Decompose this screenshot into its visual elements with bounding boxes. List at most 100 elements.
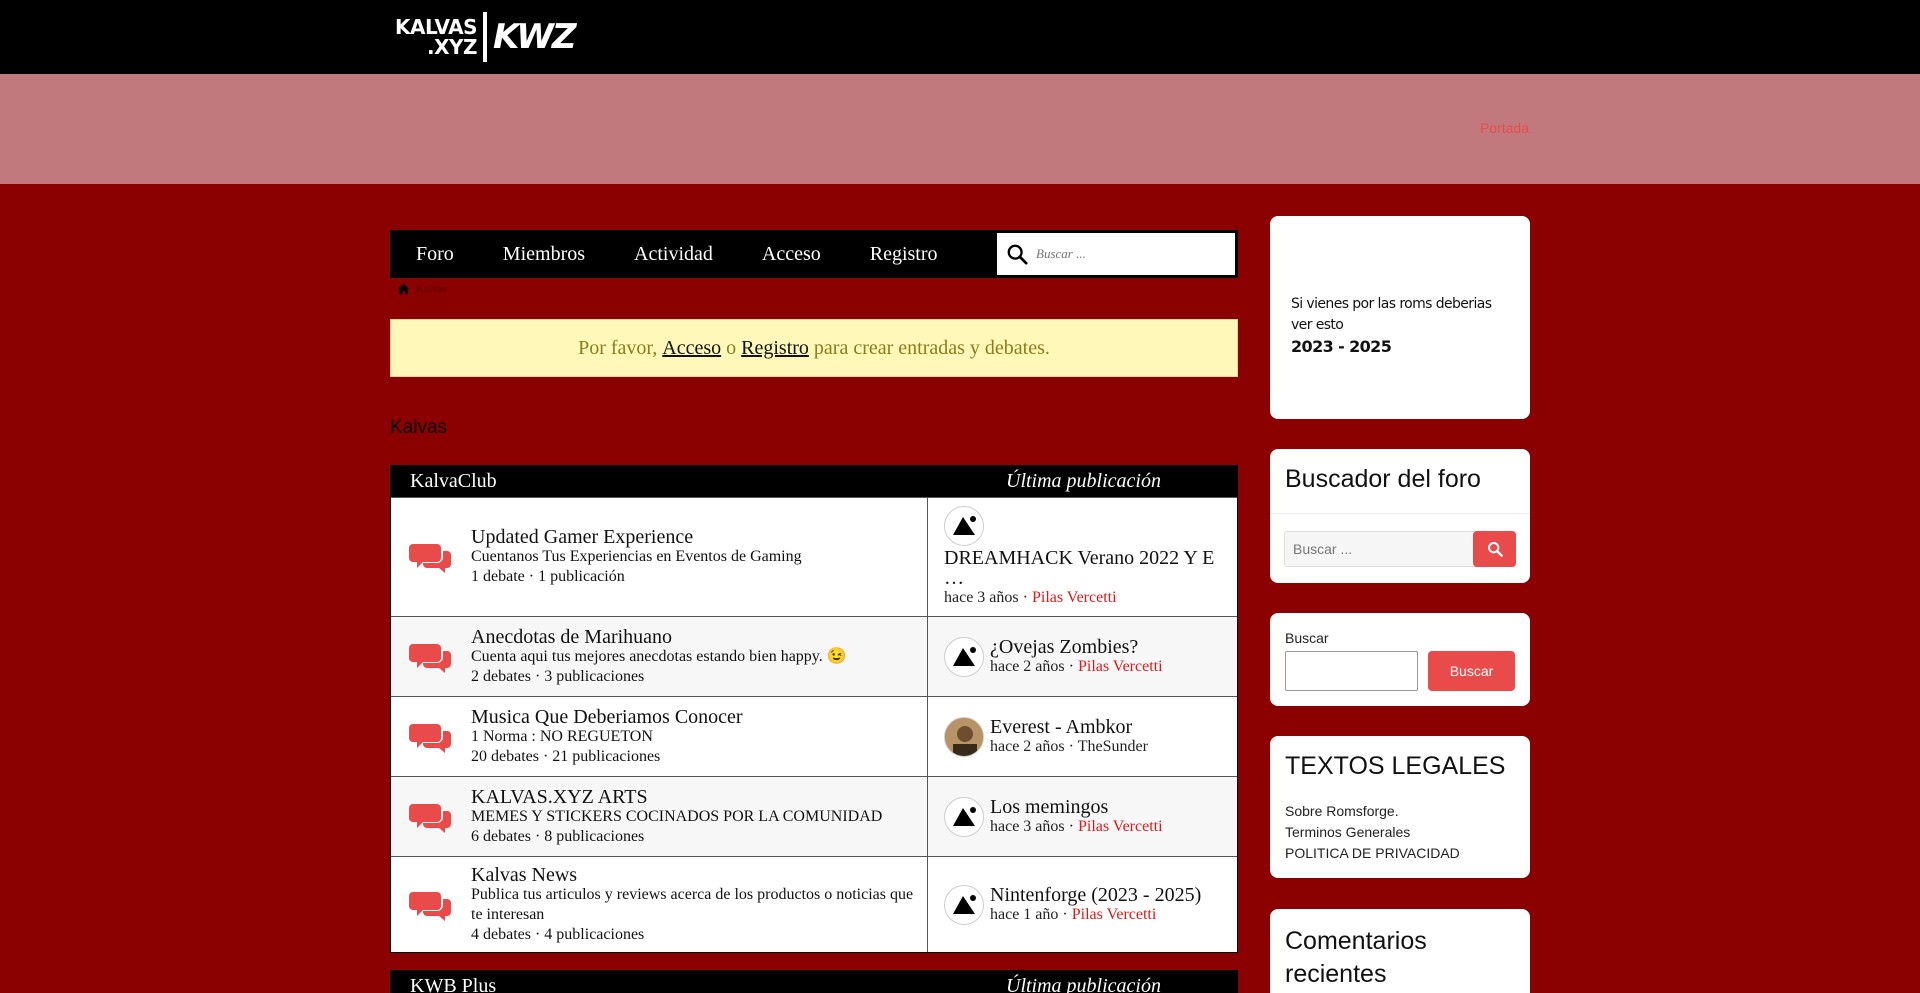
site-search-button[interactable]: Buscar	[1428, 651, 1515, 691]
recent-comments-title: Comentarios recientes	[1285, 927, 1427, 988]
last-post-title[interactable]: Nintenforge (2023 - 2025)	[990, 885, 1201, 905]
site-logo[interactable]: KALVAS .XYZ KWZ	[395, 11, 577, 63]
login-notice: Por favor, Acceso o Registro para crear …	[390, 319, 1238, 377]
forum-bubbles-icon	[409, 723, 451, 753]
forum-title[interactable]: Anecdotas de Marihuano	[471, 627, 847, 647]
last-post-meta: hace 2 años · TheSunder	[990, 737, 1148, 757]
forum-info: Anecdotas de Marihuano Cuenta aqui tus m…	[391, 617, 928, 696]
avatar-icon[interactable]	[944, 796, 984, 837]
nav-item-actividad[interactable]: Actividad	[634, 243, 713, 266]
avatar-icon[interactable]	[944, 716, 984, 757]
forum-row: Anecdotas de Marihuano Cuenta aqui tus m…	[391, 616, 1237, 696]
forum-row: Kalvas News Publica tus articulos y revi…	[391, 856, 1237, 952]
last-post: DREAMHACK Verano 2022 Y E … hace 3 años …	[928, 498, 1237, 616]
last-post-author[interactable]: Pilas Vercetti	[1072, 906, 1157, 923]
notice-or: o	[726, 336, 737, 359]
last-post-meta: hace 1 año · Pilas Vercetti	[990, 905, 1201, 925]
legal-widget: TEXTOS LEGALES Sobre Romsforge. Terminos…	[1270, 736, 1530, 878]
forum-info: Musica Que Deberiamos Conocer 1 Norma : …	[391, 697, 928, 776]
logo-mark: KWZ	[492, 17, 577, 57]
site-search-input[interactable]	[1285, 651, 1418, 691]
promo-line2: ver esto	[1291, 317, 1344, 333]
forum-bubbles-icon	[409, 544, 451, 573]
promo-years: 2023 - 2025	[1291, 337, 1392, 356]
forum-search-button[interactable]	[1473, 531, 1516, 567]
last-post: Nintenforge (2023 - 2025) hace 1 año · P…	[928, 857, 1237, 952]
legal-link-about[interactable]: Sobre Romsforge.	[1285, 801, 1460, 822]
nav-item-registro[interactable]: Registro	[870, 243, 938, 266]
forum-row: Musica Que Deberiamos Conocer 1 Norma : …	[391, 696, 1237, 776]
forum-info: Updated Gamer Experience Cuentanos Tus E…	[391, 498, 928, 616]
forum-description: MEMES Y STICKERS COCINADOS POR LA COMUNI…	[471, 807, 883, 825]
category-header: KalvaClub Última publicación	[391, 466, 1237, 497]
forum-description: Publica tus articulos y reviews acerca d…	[471, 885, 914, 923]
last-post-meta: hace 3 años · Pilas Vercetti	[944, 588, 1237, 608]
last-post-time: hace 1 año ·	[990, 905, 1068, 923]
logo-line1: KALVAS	[395, 15, 477, 39]
nav-search-box	[996, 232, 1236, 276]
last-post: Everest - Ambkor hace 2 años · TheSunder	[928, 697, 1237, 776]
forum-counts: 4 debates · 4 publicaciones	[471, 925, 645, 943]
header-band: Portada	[0, 74, 1920, 184]
search-icon	[1487, 542, 1503, 557]
portada-link[interactable]: Portada	[1480, 120, 1529, 136]
forum-bubbles-icon	[409, 891, 451, 921]
last-post-title[interactable]: Everest - Ambkor	[990, 717, 1148, 737]
forum-description: Cuentanos Tus Experiencias en Eventos de…	[471, 548, 802, 565]
forum-title[interactable]: Updated Gamer Experience	[471, 527, 802, 547]
last-post-header: Última publicación	[1006, 470, 1161, 492]
forum-description: 1 Norma : NO REGUETON	[471, 727, 653, 745]
last-post-author[interactable]: Pilas Vercetti	[1078, 658, 1163, 675]
widget-divider	[1270, 513, 1530, 514]
recent-comments-widget: Comentarios recientes	[1270, 909, 1530, 993]
category-header: KWB Plus Última publicación	[391, 971, 1237, 993]
forum-title[interactable]: Kalvas News	[471, 865, 921, 885]
forum-counts: 6 debates · 8 publicaciones	[471, 827, 645, 845]
notice-register-link[interactable]: Registro	[741, 337, 809, 360]
last-post-title[interactable]: Los memingos	[990, 797, 1163, 817]
nav-search-input[interactable]	[1036, 246, 1216, 262]
last-post-header: Última publicación	[1006, 975, 1161, 993]
legal-link-privacy[interactable]: POLITICA DE PRIVACIDAD	[1285, 843, 1460, 864]
forum-search-title: Buscador del foro	[1285, 465, 1481, 493]
last-post: Los memingos hace 3 años · Pilas Vercett…	[928, 777, 1237, 856]
search-icon[interactable]	[1006, 243, 1028, 265]
nav-item-acceso[interactable]: Acceso	[762, 243, 821, 266]
promo-widget[interactable]: Si vienes por las roms deberias ver esto…	[1270, 216, 1530, 419]
last-post-author[interactable]: Pilas Vercetti	[1032, 589, 1117, 606]
last-post-time: hace 3 años ·	[990, 817, 1074, 835]
last-post-author[interactable]: Pilas Vercetti	[1078, 818, 1163, 835]
forum-title[interactable]: Musica Que Deberiamos Conocer	[471, 707, 743, 727]
forum-search-widget: Buscador del foro	[1270, 449, 1530, 583]
last-post-author[interactable]: TheSunder	[1078, 738, 1148, 755]
last-post-meta: hace 2 años · Pilas Vercetti	[990, 657, 1163, 677]
forum-search-input[interactable]	[1285, 532, 1470, 566]
avatar-icon[interactable]	[944, 636, 984, 677]
forum-row: Updated Gamer Experience Cuentanos Tus E…	[391, 497, 1237, 616]
category-name[interactable]: KalvaClub	[410, 470, 497, 493]
forum-bubbles-icon	[409, 803, 451, 833]
logo-line2: .XYZ	[426, 35, 478, 59]
forum-nav: Foro Miembros Actividad Acceso Registro	[390, 230, 1238, 278]
forum-category-kalvaclub: KalvaClub Última publicación Updated Gam…	[390, 465, 1238, 953]
home-icon[interactable]	[397, 283, 410, 295]
forum-counts: 1 debate · 1 publicación	[471, 568, 625, 585]
category-name[interactable]: KWB Plus	[410, 975, 496, 993]
last-post: ¿Ovejas Zombies? hace 2 años · Pilas Ver…	[928, 617, 1237, 696]
breadcrumb-current[interactable]: Kalvas	[416, 283, 447, 295]
last-post-title[interactable]: DREAMHACK Verano 2022 Y E …	[944, 548, 1237, 588]
logo-wordmark: KALVAS .XYZ	[395, 17, 477, 57]
avatar-icon[interactable]	[944, 506, 984, 546]
nav-item-foro[interactable]: Foro	[416, 243, 454, 266]
promo-line1: Si vienes por las roms deberias	[1291, 296, 1492, 312]
avatar-icon[interactable]	[944, 884, 984, 925]
nav-item-miembros[interactable]: Miembros	[503, 243, 585, 266]
last-post-time: hace 2 años ·	[990, 657, 1074, 675]
legal-link-terms[interactable]: Terminos Generales	[1285, 822, 1460, 843]
notice-prefix: Por favor,	[578, 336, 658, 359]
notice-login-link[interactable]: Acceso	[662, 337, 721, 360]
forum-counts: 2 debates · 3 publicaciones	[471, 667, 645, 685]
last-post-title[interactable]: ¿Ovejas Zombies?	[990, 637, 1163, 657]
site-search-widget: Buscar Buscar	[1270, 613, 1530, 706]
forum-title[interactable]: KALVAS.XYZ ARTS	[471, 787, 882, 807]
